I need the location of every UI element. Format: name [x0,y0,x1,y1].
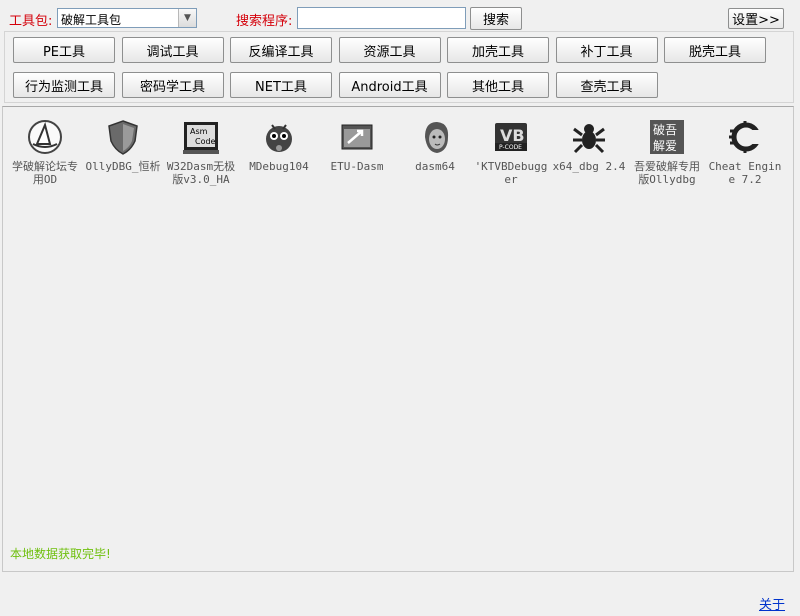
tool-item[interactable]: OllyDBG_恒析 [85,115,161,195]
tool-item[interactable]: MDebug104 [241,115,317,195]
svg-text:解爱: 解爱 [653,139,677,153]
window-arrow-icon [337,117,377,157]
category-button[interactable]: 其他工具 [447,72,549,98]
tool-item[interactable]: dasm64 [397,115,473,195]
tool-label: 吾爱破解专用版Ollydbg [634,160,700,186]
category-button[interactable]: 行为监测工具 [13,72,115,98]
category-button[interactable]: 资源工具 [338,37,441,63]
shield-icon [103,117,143,157]
chevron-down-icon[interactable]: ▼ [178,9,196,27]
tool-label: 学破解论坛专用OD [12,160,78,186]
tool-label: ETU-Dasm [330,160,384,173]
about-link[interactable]: 关于 [759,594,785,613]
settings-button[interactable]: 设置>> [728,8,784,29]
category-button[interactable]: PE工具 [13,37,115,63]
svg-text:Asm: Asm [190,127,208,136]
bug-ball-icon [259,117,299,157]
svg-text:Code: Code [195,137,216,146]
toolkit-select[interactable]: 破解工具包 ▼ [57,8,197,28]
tool-label: MDebug104 [249,160,309,173]
tool-item[interactable]: 破吾解爱吾爱破解专用版Ollydbg [629,115,705,195]
category-button[interactable]: Android工具 [338,72,441,98]
tool-list-panel: 学破解论坛专用OD OllyDBG_恒析 Asm Code W32Dasm无极版v3.0… [2,106,794,572]
svg-text:破吾: 破吾 [653,122,677,137]
asm-code-icon: Asm Code [181,117,221,157]
tool-item[interactable]: VB P-CODE 'KTVBDebugger [473,115,549,195]
tool-item[interactable]: 学破解论坛专用OD [7,115,83,195]
tool-item[interactable]: Asm Code W32Dasm无极版v3.0_HA [163,115,239,195]
52pojie-logo-icon: 破吾 解爱 [647,117,687,157]
category-button[interactable]: 补丁工具 [555,37,658,63]
category-button[interactable]: 密码学工具 [121,72,224,98]
tool-item[interactable]: Cheat Engine 7.2 [707,115,783,195]
svg-text:VB: VB [500,126,525,145]
tool-item[interactable]: x64_dbg 2.4 [551,115,627,195]
category-button[interactable]: 脱壳工具 [664,37,766,63]
face-icon [415,117,455,157]
search-button[interactable]: 搜索 [470,7,522,30]
status-text: 本地数据获取完毕! [10,547,111,561]
tool-label: 'KTVBDebugger [474,160,548,186]
category-button[interactable]: NET工具 [230,72,332,98]
category-button[interactable]: 查壳工具 [555,72,658,98]
tool-label: OllyDBG_恒析 [85,160,161,173]
tool-label: x64_dbg 2.4 [552,160,626,173]
category-button[interactable]: 加壳工具 [447,37,549,63]
shark-fin-icon [25,117,65,157]
tool-label: Cheat Engine 7.2 [708,160,782,186]
tool-item[interactable]: ETU-Dasm [319,115,395,195]
search-input[interactable] [297,7,466,29]
category-button[interactable]: 调试工具 [121,37,224,63]
toolkit-label: 工具包: [9,14,53,29]
cheat-engine-icon [725,117,765,157]
vb-pcode-icon: VB P-CODE [491,117,531,157]
toolkit-select-value: 破解工具包 [61,13,122,27]
search-label: 搜索程序: [236,14,293,29]
svg-text:P-CODE: P-CODE [499,144,522,151]
tool-label: W32Dasm无极版v3.0_HA [166,160,236,186]
tool-label: dasm64 [415,160,455,173]
spider-icon [569,117,609,157]
category-button[interactable]: 反编译工具 [230,37,332,63]
